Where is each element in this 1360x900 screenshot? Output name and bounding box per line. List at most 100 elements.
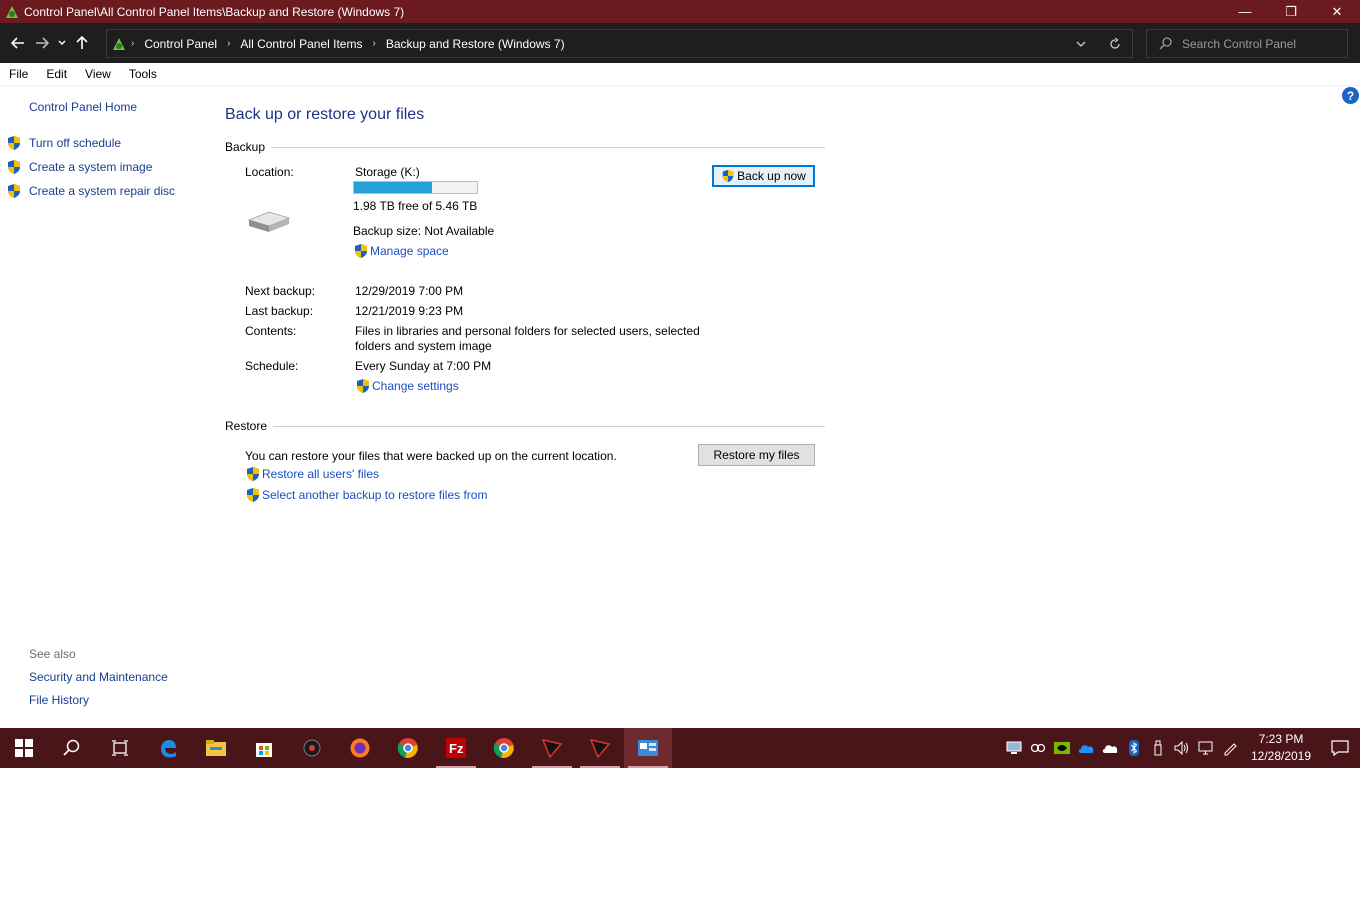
breadcrumb-all-items[interactable]: All Control Panel Items bbox=[240, 37, 362, 51]
back-up-now-label: Back up now bbox=[737, 169, 806, 183]
search-icon bbox=[1159, 37, 1172, 50]
uac-shield-icon bbox=[8, 184, 20, 198]
clock-time: 7:23 PM bbox=[1258, 732, 1304, 746]
up-arrow-icon[interactable] bbox=[70, 28, 94, 58]
filezilla-icon[interactable]: Fz bbox=[432, 728, 480, 768]
menu-bar: File Edit View Tools bbox=[0, 63, 1360, 86]
sidebar-item-label: Create a system repair disc bbox=[29, 184, 176, 198]
breadcrumb-control-panel[interactable]: Control Panel bbox=[144, 37, 217, 51]
media-app-icon-2[interactable] bbox=[576, 728, 624, 768]
window-title: Control Panel\All Control Panel Items\Ba… bbox=[24, 4, 405, 19]
last-backup-label: Last backup: bbox=[245, 304, 314, 318]
volume-icon[interactable] bbox=[1170, 728, 1194, 768]
sidebar-item-label: Create a system image bbox=[29, 160, 153, 174]
uac-shield-icon bbox=[247, 467, 259, 481]
page-title: Back up or restore your files bbox=[225, 106, 425, 123]
search-input[interactable]: Search Control Panel bbox=[1146, 29, 1348, 58]
pen-icon[interactable] bbox=[1218, 728, 1242, 768]
clock-date: 12/28/2019 bbox=[1250, 749, 1312, 763]
uac-shield-icon bbox=[8, 160, 20, 174]
restore-section-heading: Restore bbox=[225, 419, 825, 433]
clock[interactable]: 7:23 PM 12/28/2019 bbox=[1246, 731, 1316, 765]
chevron-right-icon: › bbox=[227, 38, 231, 49]
manage-space-label: Manage space bbox=[370, 244, 449, 258]
select-another-backup-link[interactable]: Select another backup to restore files f… bbox=[245, 487, 487, 503]
firefox-icon[interactable] bbox=[336, 728, 384, 768]
forward-arrow-icon[interactable] bbox=[30, 28, 54, 58]
link-icon[interactable] bbox=[1026, 728, 1050, 768]
contents-label: Contents: bbox=[245, 324, 297, 338]
last-backup-value: 12/21/2019 9:23 PM bbox=[355, 304, 464, 318]
bluetooth-icon[interactable] bbox=[1122, 728, 1146, 768]
back-up-now-button[interactable]: Back up now bbox=[712, 165, 815, 187]
control-panel-taskbar-icon[interactable] bbox=[624, 728, 672, 768]
restore-my-files-button[interactable]: Restore my files bbox=[698, 444, 815, 466]
maximize-button[interactable]: ❐ bbox=[1268, 0, 1314, 23]
uac-shield-icon bbox=[247, 488, 259, 502]
sidebar-item-label: Turn off schedule bbox=[29, 136, 122, 150]
uac-shield-icon bbox=[355, 244, 367, 258]
window-controls: — ❐ ✕ bbox=[1222, 0, 1360, 23]
search-taskbar-icon[interactable] bbox=[48, 728, 96, 768]
sidebar-item-turn-off-schedule[interactable]: Turn off schedule bbox=[6, 135, 121, 151]
free-space-text: 1.98 TB free of 5.46 TB bbox=[353, 199, 478, 213]
hard-drive-icon bbox=[247, 211, 291, 232]
obs-app-icon[interactable] bbox=[288, 728, 336, 768]
restore-my-files-label: Restore my files bbox=[713, 448, 800, 462]
menu-tools[interactable]: Tools bbox=[120, 67, 166, 81]
control-panel-icon bbox=[6, 5, 18, 18]
onedrive-personal-icon[interactable] bbox=[1098, 728, 1122, 768]
restore-heading-label: Restore bbox=[225, 419, 268, 433]
restore-all-users-label: Restore all users' files bbox=[262, 467, 379, 481]
sidebar-item-create-repair-disc[interactable]: Create a system repair disc bbox=[6, 183, 175, 199]
storage-usage-bar bbox=[353, 181, 478, 194]
back-arrow-icon[interactable] bbox=[6, 28, 30, 58]
start-button[interactable] bbox=[0, 728, 48, 768]
minimize-button[interactable]: — bbox=[1222, 0, 1268, 23]
network-icon[interactable] bbox=[1194, 728, 1218, 768]
address-dropdown-chevron-icon[interactable] bbox=[1064, 30, 1098, 57]
media-app-icon[interactable] bbox=[528, 728, 576, 768]
change-settings-link[interactable]: Change settings bbox=[355, 378, 459, 394]
usb-icon[interactable] bbox=[1146, 728, 1170, 768]
uac-shield-icon bbox=[722, 169, 734, 183]
schedule-value: Every Sunday at 7:00 PM bbox=[355, 359, 492, 373]
sidebar-item-create-system-image[interactable]: Create a system image bbox=[6, 159, 152, 175]
next-backup-value: 12/29/2019 7:00 PM bbox=[355, 284, 464, 298]
security-maintenance-link[interactable]: Security and Maintenance bbox=[29, 670, 168, 684]
close-button[interactable]: ✕ bbox=[1314, 0, 1360, 23]
refresh-icon[interactable] bbox=[1098, 30, 1132, 57]
nvidia-icon[interactable] bbox=[1050, 728, 1074, 768]
divider bbox=[271, 146, 825, 148]
menu-view[interactable]: View bbox=[76, 67, 120, 81]
chevron-right-icon: › bbox=[372, 38, 376, 49]
microsoft-store-icon[interactable] bbox=[240, 728, 288, 768]
chevron-right-icon: › bbox=[131, 38, 135, 49]
task-view-icon[interactable] bbox=[96, 728, 144, 768]
schedule-label: Schedule: bbox=[245, 359, 299, 373]
file-history-link[interactable]: File History bbox=[29, 693, 89, 707]
chrome-icon[interactable] bbox=[384, 728, 432, 768]
address-bar[interactable]: › Control Panel › All Control Panel Item… bbox=[106, 29, 1133, 58]
restore-all-users-link[interactable]: Restore all users' files bbox=[245, 466, 379, 482]
control-panel-icon bbox=[113, 37, 125, 50]
network-drive-icon[interactable] bbox=[1002, 728, 1026, 768]
onedrive-icon[interactable] bbox=[1074, 728, 1098, 768]
menu-edit[interactable]: Edit bbox=[37, 67, 76, 81]
manage-space-link[interactable]: Manage space bbox=[353, 243, 449, 259]
see-also-heading: See also bbox=[29, 647, 76, 661]
edge-browser-icon[interactable] bbox=[144, 728, 192, 768]
notifications-icon[interactable] bbox=[1320, 728, 1360, 768]
breadcrumb-backup-restore[interactable]: Backup and Restore (Windows 7) bbox=[386, 37, 565, 51]
help-icon[interactable]: ? bbox=[1342, 87, 1359, 104]
storage-usage-fill bbox=[354, 182, 433, 193]
next-backup-label: Next backup: bbox=[245, 284, 316, 298]
divider bbox=[273, 425, 825, 427]
menu-file[interactable]: File bbox=[0, 67, 37, 81]
control-panel-home-link[interactable]: Control Panel Home bbox=[29, 100, 137, 114]
recent-locations-chevron-icon[interactable] bbox=[54, 28, 70, 58]
chrome-app-icon[interactable] bbox=[480, 728, 528, 768]
location-label: Location: bbox=[245, 165, 294, 179]
file-explorer-icon[interactable] bbox=[192, 728, 240, 768]
system-tray: 7:23 PM 12/28/2019 bbox=[1002, 728, 1360, 768]
